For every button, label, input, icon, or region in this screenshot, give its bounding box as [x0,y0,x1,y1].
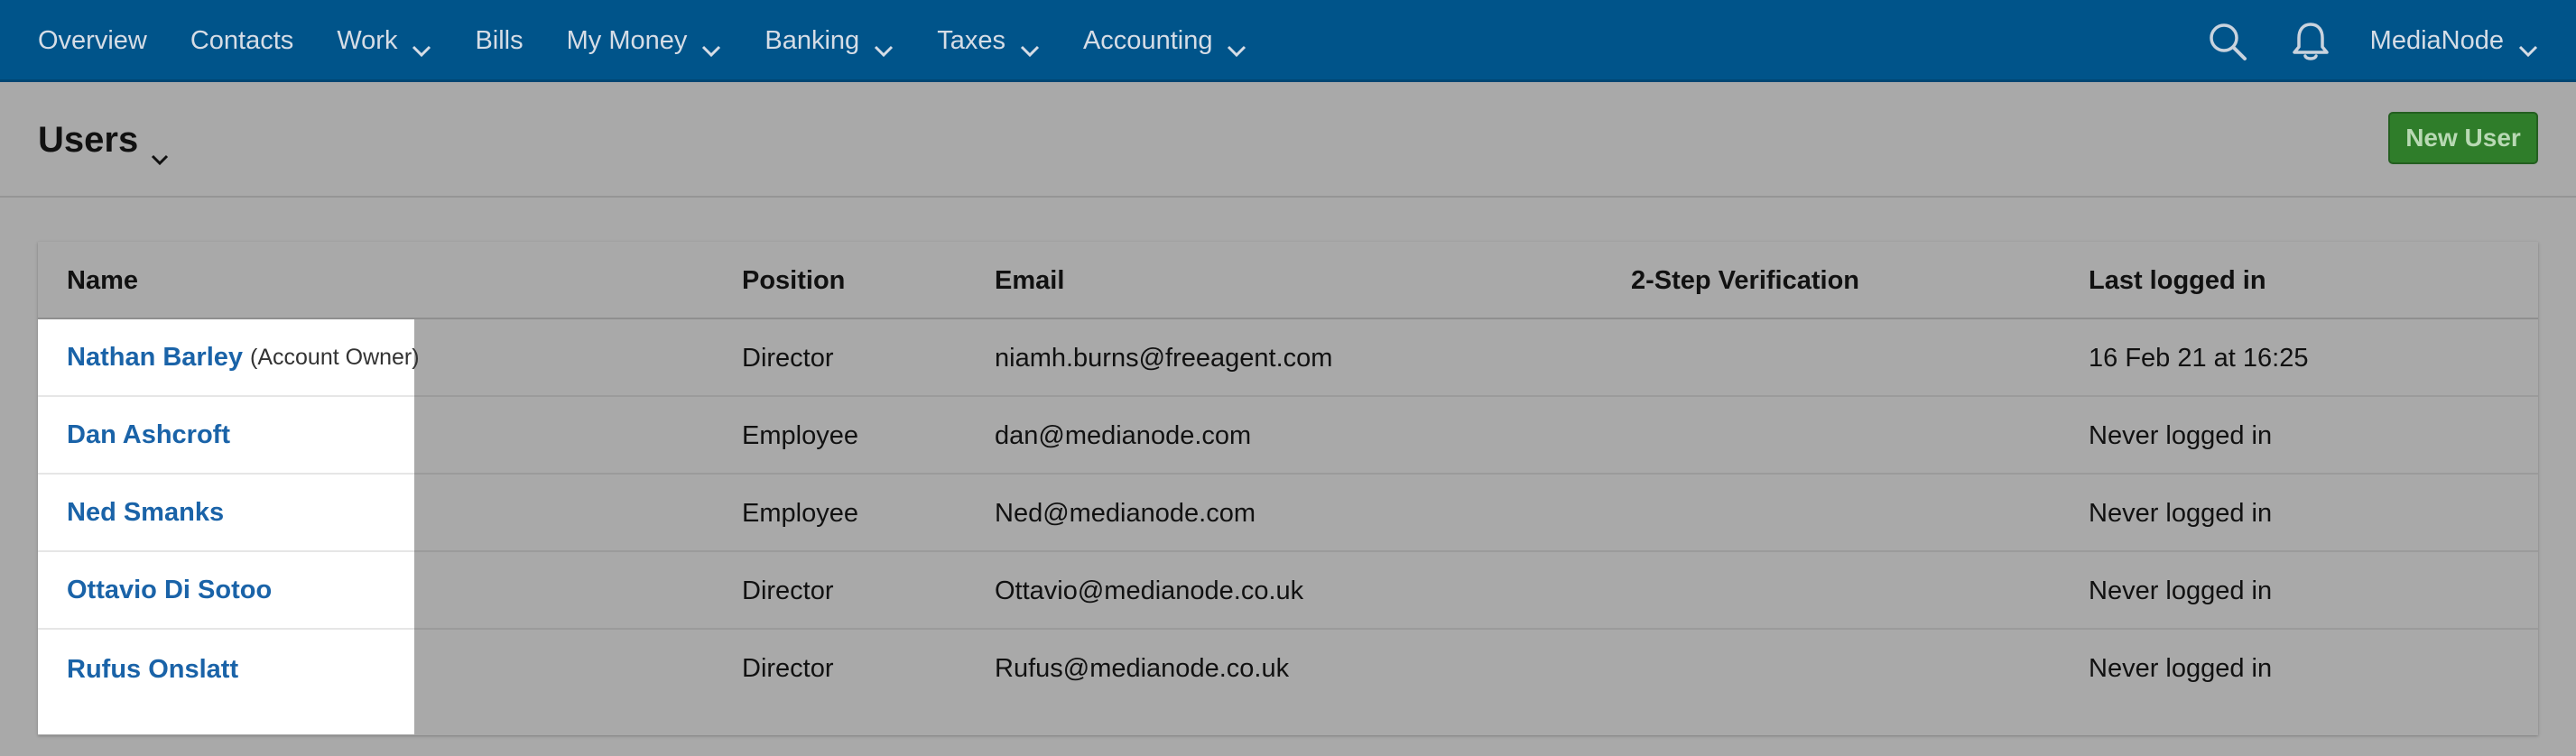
search-icon[interactable] [2206,20,2249,63]
user-email: dan@medianode.com [995,420,1252,450]
table-row[interactable]: Dan Ashcroft Employee dan@medianode.com … [38,397,2538,475]
table-row[interactable]: Ned Smanks Employee Ned@medianode.com Ne… [38,475,2538,552]
user-position: Employee [742,498,858,528]
chevron-down-icon [412,35,431,57]
user-position: Employee [742,420,858,450]
nav-item-bills[interactable]: Bills [475,0,523,82]
user-email: Ned@medianode.com [995,498,1256,528]
new-user-button[interactable]: New User [2388,112,2538,164]
user-name-cell: Ned Smanks [38,475,414,552]
user-email: Ottavio@medianode.co.uk [995,576,1304,605]
chevron-down-icon [1020,35,1040,57]
nav-item-label: Banking [764,26,860,55]
chevron-down-icon [1227,35,1246,57]
chevron-down-icon [151,134,169,166]
user-last-logged-in: Never logged in [2089,576,2273,605]
user-position: Director [742,653,834,683]
user-email: Rufus@medianode.co.uk [995,653,1290,683]
user-name-link[interactable]: Ottavio Di Sotoo [67,576,272,605]
user-name-cell: Ottavio Di Sotoo [38,552,414,630]
nav-item-label: Taxes [937,26,1005,55]
nav-item-accounting[interactable]: Accounting [1083,0,1247,82]
table-header: Name Position Email 2-Step Verification … [38,242,2538,319]
chevron-down-icon [2518,35,2538,57]
page-title: Users [38,120,139,160]
user-name-cell: Nathan Barley (Account Owner) [38,319,420,397]
column-header-last-logged-in[interactable]: Last logged in [2089,242,2266,319]
user-last-logged-in: Never logged in [2089,420,2273,450]
users-dropdown[interactable]: Users [38,120,169,166]
user-name-link[interactable]: Dan Ashcroft [67,420,230,450]
users-table: Name Position Email 2-Step Verification … [38,242,2538,735]
page-header: Users New User [0,82,2576,198]
column-header-email[interactable]: Email [995,242,1064,319]
user-name-link[interactable]: Ned Smanks [67,498,224,528]
account-menu[interactable]: MediaNode [2369,26,2538,57]
bell-icon[interactable] [2289,20,2332,63]
table-row[interactable]: Nathan Barley (Account Owner) Director n… [38,319,2538,397]
account-owner-note: (Account Owner) [250,344,420,370]
nav-item-my-money[interactable]: My Money [567,0,722,82]
user-position: Director [742,576,834,605]
nav-item-banking[interactable]: Banking [764,0,894,82]
nav-items: Overview Contacts Work Bills My Money Ba… [0,0,1290,82]
nav-item-overview[interactable]: Overview [38,0,147,82]
user-name-link[interactable]: Rufus Onslatt [67,655,238,685]
user-last-logged-in: Never logged in [2089,498,2273,528]
nav-item-label: Accounting [1082,26,1213,55]
nav-item-label: Contacts [190,26,294,55]
nav-right: MediaNode [2206,0,2576,82]
nav-item-taxes[interactable]: Taxes [937,0,1040,82]
user-name-link[interactable]: Nathan Barley [67,343,243,373]
chevron-down-icon [701,35,721,57]
nav-item-label: Work [337,26,398,55]
nav-item-label: Bills [475,26,524,55]
top-navigation: Overview Contacts Work Bills My Money Ba… [0,0,2576,82]
nav-item-label: My Money [566,26,688,55]
account-name: MediaNode [2369,26,2504,55]
user-email: niamh.burns@freeagent.com [995,343,1333,373]
user-name-cell: Dan Ashcroft [38,397,414,475]
nav-item-label: Overview [38,26,147,55]
user-name-cell: Rufus Onslatt [38,630,414,734]
table-row[interactable]: Ottavio Di Sotoo Director Ottavio@median… [38,552,2538,630]
chevron-down-icon [874,35,894,57]
table-row[interactable]: Rufus Onslatt Director Rufus@medianode.c… [38,630,2538,734]
column-header-name[interactable]: Name [67,242,138,319]
user-position: Director [742,343,834,373]
column-header-two-step[interactable]: 2-Step Verification [1631,242,1859,319]
user-last-logged-in: Never logged in [2089,653,2273,683]
column-header-position[interactable]: Position [742,242,845,319]
nav-item-contacts[interactable]: Contacts [190,0,293,82]
user-last-logged-in: 16 Feb 21 at 16:25 [2089,343,2309,373]
nav-item-work[interactable]: Work [337,0,431,82]
